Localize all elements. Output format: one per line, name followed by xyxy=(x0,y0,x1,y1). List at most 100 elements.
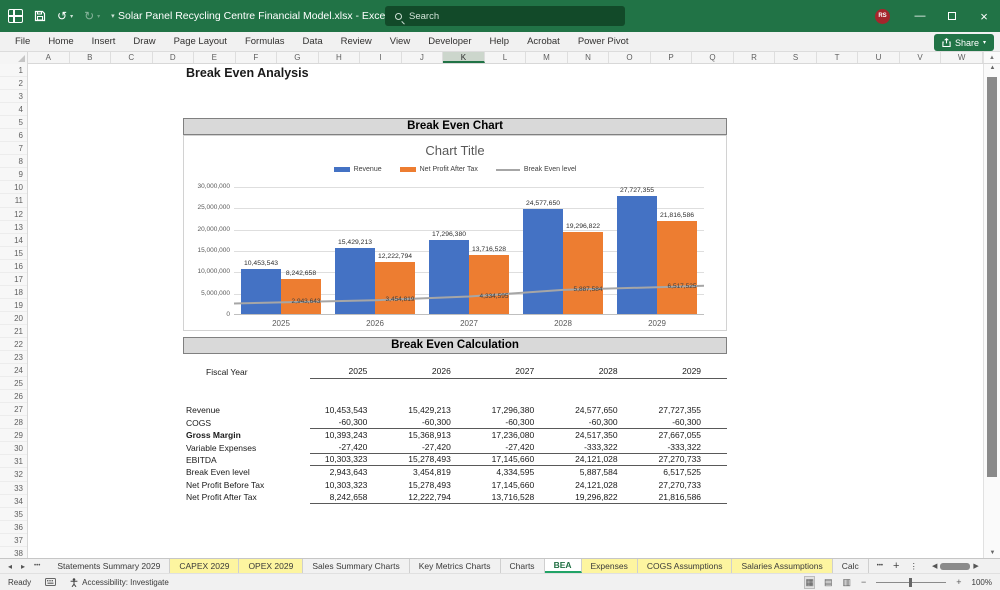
row-header-23[interactable]: 23 xyxy=(0,351,27,364)
cell-value[interactable]: 15,278,493 xyxy=(393,480,476,490)
fiscal-year-2028[interactable]: 2028 xyxy=(560,366,643,376)
cell-value[interactable]: -27,420 xyxy=(393,442,476,452)
cell-value[interactable]: 15,368,913 xyxy=(393,430,476,440)
scroll-up-button[interactable]: ▲ xyxy=(983,52,1000,63)
ribbon-tab-developer[interactable]: Developer xyxy=(419,32,480,52)
column-header-J[interactable]: J xyxy=(402,52,444,63)
horizontal-scrollbar[interactable]: ◀ ▶ xyxy=(932,562,979,570)
hscroll-left-icon[interactable]: ◀ xyxy=(932,562,937,570)
row-label-net-profit-before-tax[interactable]: Net Profit Before Tax xyxy=(183,480,310,490)
row-header-8[interactable]: 8 xyxy=(0,155,27,168)
ribbon-tab-draw[interactable]: Draw xyxy=(124,32,164,52)
row-header-37[interactable]: 37 xyxy=(0,534,27,547)
ribbon-tab-power-pivot[interactable]: Power Pivot xyxy=(569,32,638,52)
row-header-12[interactable]: 12 xyxy=(0,208,27,221)
hscroll-right-icon[interactable]: ▶ xyxy=(973,562,978,570)
cell-value[interactable]: 27,270,733 xyxy=(644,454,727,464)
row-header-6[interactable]: 6 xyxy=(0,129,27,142)
cell-value[interactable]: 3,454,819 xyxy=(393,467,476,477)
page-break-view-icon[interactable]: ▥ xyxy=(842,577,851,588)
row-header-20[interactable]: 20 xyxy=(0,312,27,325)
row-header-31[interactable]: 31 xyxy=(0,455,27,468)
row-header-22[interactable]: 22 xyxy=(0,338,27,351)
column-header-S[interactable]: S xyxy=(775,52,817,63)
horizontal-scrollbar-thumb[interactable] xyxy=(940,563,970,570)
row-label-variable-expenses[interactable]: Variable Expenses xyxy=(183,443,310,453)
cell-value[interactable]: -27,420 xyxy=(310,442,393,452)
close-button[interactable]: × xyxy=(968,0,1000,32)
fiscal-year-2026[interactable]: 2026 xyxy=(393,366,476,376)
row-header-9[interactable]: 9 xyxy=(0,168,27,181)
cell-value[interactable]: -27,420 xyxy=(477,442,560,452)
cell-value[interactable]: -60,300 xyxy=(560,417,643,427)
row-header-30[interactable]: 30 xyxy=(0,442,27,455)
cell-value[interactable]: 19,296,822 xyxy=(560,492,643,502)
column-header-M[interactable]: M xyxy=(526,52,568,63)
ribbon-tab-home[interactable]: Home xyxy=(39,32,82,52)
column-header-B[interactable]: B xyxy=(70,52,112,63)
macro-record-icon[interactable] xyxy=(45,578,56,586)
ribbon-tab-file[interactable]: File xyxy=(6,32,39,52)
column-header-L[interactable]: L xyxy=(485,52,527,63)
cell-value[interactable]: 24,121,028 xyxy=(560,454,643,464)
cell-value[interactable]: 10,303,323 xyxy=(310,480,393,490)
fiscal-year-label[interactable]: Fiscal Year xyxy=(183,367,310,377)
row-header-27[interactable]: 27 xyxy=(0,403,27,416)
ribbon-tab-formulas[interactable]: Formulas xyxy=(236,32,294,52)
cell-value[interactable]: -60,300 xyxy=(477,417,560,427)
column-header-G[interactable]: G xyxy=(277,52,319,63)
cell-value[interactable]: 17,145,660 xyxy=(477,480,560,490)
cell-value[interactable]: -333,322 xyxy=(560,442,643,452)
sheet-tab-expenses[interactable]: Expenses xyxy=(582,559,638,573)
row-header-17[interactable]: 17 xyxy=(0,273,27,286)
column-header-V[interactable]: V xyxy=(900,52,942,63)
sheet-tab-salaries-assumptions[interactable]: Salaries Assumptions xyxy=(732,559,832,573)
sheet-tab-sales-summary-charts[interactable]: Sales Summary Charts xyxy=(303,559,409,573)
column-header-R[interactable]: R xyxy=(734,52,776,63)
scroll-down-arrow-icon[interactable]: ▼ xyxy=(984,550,1000,556)
row-header-18[interactable]: 18 xyxy=(0,286,27,299)
cell-value[interactable]: -60,300 xyxy=(393,417,476,427)
cell-value[interactable]: 17,145,660 xyxy=(477,454,560,464)
next-sheet-icon[interactable]: ▸ xyxy=(21,562,25,571)
column-header-E[interactable]: E xyxy=(194,52,236,63)
cell-value[interactable]: 8,242,658 xyxy=(310,492,393,502)
sheet-tab-statements-summary-2029[interactable]: Statements Summary 2029 xyxy=(48,559,170,573)
cell-value[interactable]: 10,393,243 xyxy=(310,430,393,440)
ribbon-tab-page-layout[interactable]: Page Layout xyxy=(165,32,236,52)
row-label-break-even-level[interactable]: Break Even level xyxy=(183,467,310,477)
column-header-N[interactable]: N xyxy=(568,52,610,63)
cell-value[interactable]: -60,300 xyxy=(644,417,727,427)
column-header-U[interactable]: U xyxy=(858,52,900,63)
cell-value[interactable]: 17,236,080 xyxy=(477,430,560,440)
column-header-D[interactable]: D xyxy=(153,52,195,63)
row-header-38[interactable]: 38 xyxy=(0,547,27,558)
undo-dropdown-icon[interactable]: ▾ xyxy=(70,13,73,20)
search-box[interactable]: Search xyxy=(385,6,625,26)
ribbon-tab-insert[interactable]: Insert xyxy=(83,32,125,52)
fiscal-year-2025[interactable]: 2025 xyxy=(310,366,393,376)
row-header-2[interactable]: 2 xyxy=(0,77,27,90)
tab-menu-icon[interactable]: ⋮ xyxy=(909,561,918,572)
vertical-scrollbar-thumb[interactable] xyxy=(987,77,997,477)
zoom-in-icon[interactable]: + xyxy=(956,577,961,587)
row-header-14[interactable]: 14 xyxy=(0,234,27,247)
share-button[interactable]: Share ▾ xyxy=(934,34,994,51)
sheet-tab-capex-2029[interactable]: CAPEX 2029 xyxy=(170,559,239,573)
restore-button[interactable] xyxy=(936,0,968,32)
cell-value[interactable]: 4,334,595 xyxy=(477,467,560,477)
row-header-5[interactable]: 5 xyxy=(0,116,27,129)
select-all-corner[interactable] xyxy=(0,52,28,64)
column-header-C[interactable]: C xyxy=(111,52,153,63)
cell-value[interactable]: 10,303,323 xyxy=(310,454,393,464)
cell-value[interactable]: 2,943,643 xyxy=(310,467,393,477)
cell-value[interactable]: 17,296,380 xyxy=(477,405,560,415)
more-tabs-icon[interactable]: ••• xyxy=(877,563,883,569)
zoom-slider-thumb[interactable] xyxy=(909,578,912,587)
row-label-net-profit-after-tax[interactable]: Net Profit After Tax xyxy=(183,492,310,502)
ribbon-tab-view[interactable]: View xyxy=(381,32,419,52)
column-header-A[interactable]: A xyxy=(28,52,70,63)
customize-qat-icon[interactable]: ▾ xyxy=(111,12,115,20)
sheet-tab-calc[interactable]: Calc xyxy=(833,559,869,573)
undo-icon[interactable]: ↺ xyxy=(57,0,67,32)
